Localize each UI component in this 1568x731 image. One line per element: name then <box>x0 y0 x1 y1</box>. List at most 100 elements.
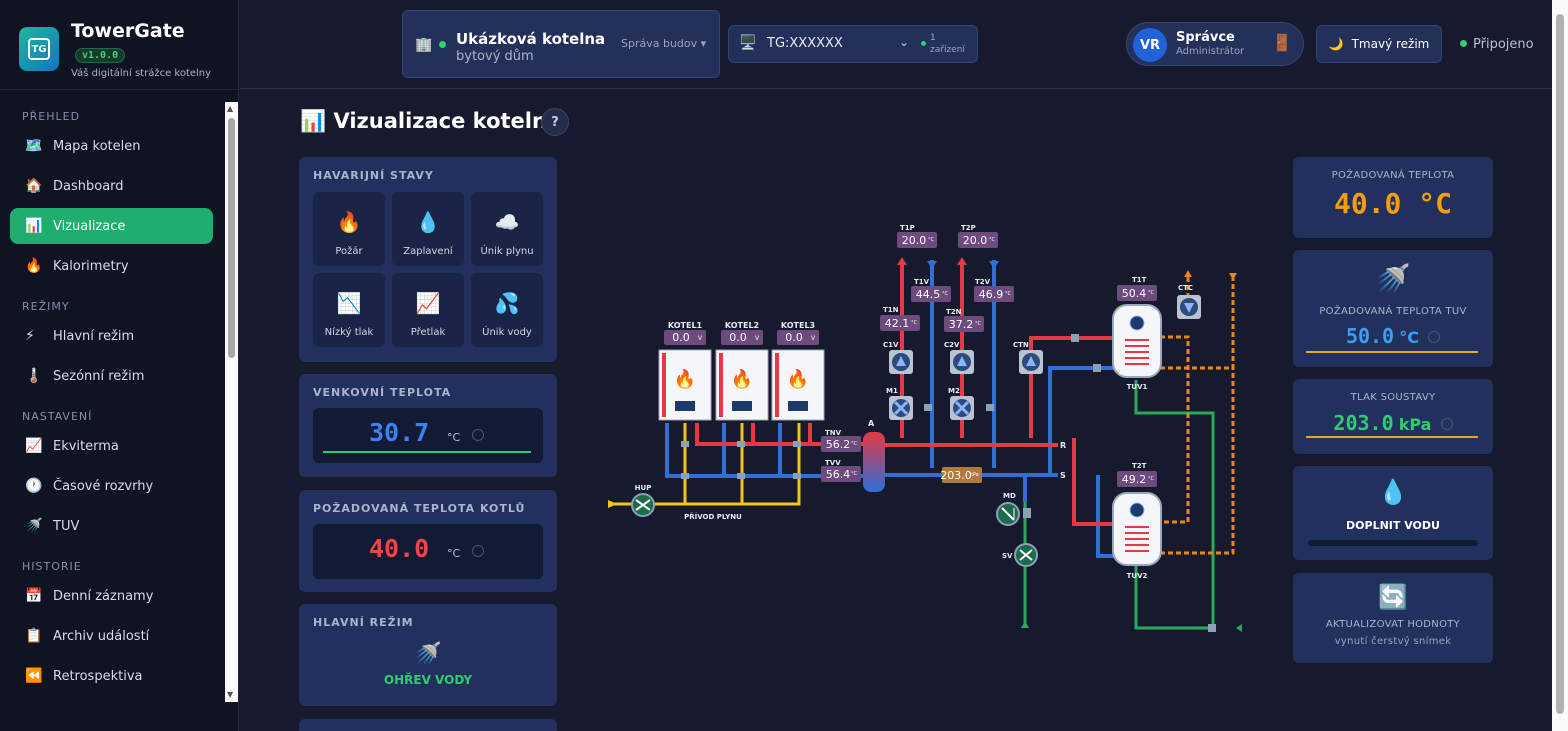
t2p-label: T2P <box>961 224 976 232</box>
refresh-label: AKTUALIZOVAT HODNOTY <box>1325 619 1461 630</box>
svg-text:56.2: 56.2 <box>826 438 851 451</box>
nav-item-mapa-kotelen[interactable]: 🗺️ Mapa kotelen <box>10 128 213 164</box>
nav-item-hlavni-rezim[interactable]: ⚡ Hlavní režim <box>10 318 213 354</box>
t1v-chip: 44.5 °C <box>911 286 951 302</box>
svg-text:56.4: 56.4 <box>826 468 851 481</box>
nav-label: Ekviterma <box>53 438 119 454</box>
connection-label: Připojeno <box>1473 37 1534 52</box>
scroll-up-icon[interactable]: ▲ <box>227 104 233 113</box>
pressure-label: TLAK SOUSTAVY <box>1350 392 1436 403</box>
monitor-icon: 🖥️ <box>739 35 757 51</box>
nav-item-kalorimetry[interactable]: 🔥 Kalorimetry <box>10 248 213 284</box>
t1n-label: T1N <box>883 306 899 314</box>
required-temp-value: 40.0 °C <box>1333 187 1452 220</box>
pump-c2v <box>950 350 974 374</box>
line-chart-icon: 📈 <box>25 438 43 454</box>
tuv-underline <box>1306 351 1478 353</box>
refresh-icon: 🔄 <box>1378 583 1408 611</box>
boiler-2-power-chip: 0.0 V <box>721 330 763 345</box>
page-scroll-thumb[interactable] <box>1556 14 1564 714</box>
rewind-icon: ⏪ <box>25 668 43 684</box>
t2t-label: T2T <box>1132 462 1147 470</box>
page-scrollbar[interactable] <box>1552 0 1568 731</box>
manage-buildings-link[interactable]: Správa budov ▾ <box>621 37 706 50</box>
pressure-unit: kPa <box>1398 415 1432 434</box>
nav-item-ekviterma[interactable]: 📈 Ekviterma <box>10 428 213 464</box>
m2-label: M2 <box>948 387 960 395</box>
return-label: S <box>1060 471 1066 480</box>
svg-text:°C: °C <box>851 441 858 447</box>
t1p-chip: 20.0 °C <box>897 232 937 248</box>
svg-text:20.0: 20.0 <box>902 234 927 247</box>
pump-ctn <box>1019 350 1043 374</box>
t2p-chip: 20.0 °C <box>958 232 998 248</box>
nav-item-archiv-udalosti[interactable]: 📋 Archiv událostí <box>10 618 213 654</box>
avatar: VR <box>1133 28 1167 62</box>
required-temp-card: POŽADOVANÁ TEPLOTA 40.0 °C <box>1293 157 1493 238</box>
svg-text:°C: °C <box>911 320 918 326</box>
nav-item-sezonni-rezim[interactable]: 🌡️ Sezónní režim <box>10 358 213 394</box>
pressure-row: 203.0 kPa <box>1293 411 1493 435</box>
nav-label: Archiv událostí <box>53 628 150 644</box>
clock-icon: 🕐 <box>25 478 43 494</box>
building-status-dot <box>439 41 446 48</box>
svg-text:kPa: kPa <box>970 472 979 478</box>
connection-status: Připojeno <box>1460 37 1534 52</box>
brand: TG TowerGate v1.0.0 Váš digitální strážc… <box>0 0 239 90</box>
tuv-temp-row: 50.0 °C <box>1293 324 1493 348</box>
chevron-down-icon: ▾ <box>700 37 707 50</box>
svg-text:°C: °C <box>851 471 858 477</box>
sidebar-scroll-thumb[interactable] <box>228 118 235 358</box>
refill-water-button[interactable]: 💧 DOPLNIT VODU <box>1293 466 1493 560</box>
dark-mode-button[interactable]: 🌙 Tmavý režim <box>1316 25 1442 63</box>
t1p-label: T1P <box>900 224 915 232</box>
nav-item-retrospektiva[interactable]: ⏪ Retrospektiva <box>10 658 213 694</box>
dhw-outlet-arrow <box>1184 270 1192 277</box>
svg-text:50.4: 50.4 <box>1122 287 1147 300</box>
building-selector[interactable]: 🏢 Ukázková kotelna bytový dům Správa bud… <box>402 10 720 78</box>
nav-section-rezimy: REŽIMY <box>22 300 70 313</box>
svg-text:°C: °C <box>942 291 949 297</box>
tuv-temp-unit: °C <box>1399 328 1419 347</box>
nav-item-tuv[interactable]: 🚿 TUV <box>10 508 213 544</box>
sv-label: SV <box>1002 552 1013 560</box>
nav-item-denni-zaznamy[interactable]: 📅 Denní záznamy <box>10 578 213 614</box>
refresh-spinner-icon <box>1440 418 1453 430</box>
scroll-down-icon[interactable]: ▼ <box>227 690 233 699</box>
chevron-down-icon: ⌄ <box>899 35 910 49</box>
boiler-1-power-chip: 0.0 V <box>664 330 706 345</box>
home-icon: 🏠 <box>25 178 43 194</box>
svg-text:44.5: 44.5 <box>916 288 941 301</box>
c2v-label: C2V <box>944 341 960 349</box>
user-menu[interactable]: VR Správce Administrátor 🚪 <box>1126 22 1304 66</box>
tuv1-label: TUV1 <box>1127 383 1148 391</box>
shower-icon: 🚿 <box>25 518 43 534</box>
device-selector[interactable]: 🖥️ TG:XXXXXX ⌄ 1 zařízení <box>728 25 978 63</box>
logout-icon[interactable]: 🚪 <box>1272 33 1292 52</box>
user-name: Správce <box>1176 30 1235 45</box>
sidebar: TG TowerGate v1.0.0 Váš digitální strážc… <box>0 0 239 731</box>
refresh-values-button[interactable]: 🔄 AKTUALIZOVAT HODNOTY vynutí čerstvý sn… <box>1293 573 1493 663</box>
gas-inlet-arrow <box>608 500 617 508</box>
required-temp-label: POŽADOVANÁ TEPLOTA <box>1331 170 1455 181</box>
boiler-2-label: KOTEL2 <box>725 321 759 330</box>
thermometer-icon: 🌡️ <box>25 368 43 384</box>
pressure-underline <box>1306 436 1478 438</box>
map-icon: 🗺️ <box>25 138 43 154</box>
nav-label: Denní záznamy <box>53 588 154 604</box>
sidebar-scrollbar[interactable]: ▲ ▼ <box>225 102 238 702</box>
svg-text:°C: °C <box>975 321 982 327</box>
boiler-2: 🔥 <box>715 349 769 421</box>
green-return-arrow <box>1236 624 1242 632</box>
dhw-tank-1 <box>1112 304 1162 378</box>
refresh-sublabel: vynutí čerstvý snímek <box>1334 636 1452 647</box>
nav-item-dashboard[interactable]: 🏠 Dashboard <box>10 168 213 204</box>
circuit-1-in-arrow <box>927 261 937 269</box>
valve-sv <box>1014 543 1038 567</box>
nav-item-casove-rozvrhy[interactable]: 🕐 Časové rozvrhy <box>10 468 213 504</box>
nav-label: Časové rozvrhy <box>53 478 154 494</box>
nav-label: Vizualizace <box>53 218 126 234</box>
md-label: MD <box>1003 492 1016 500</box>
gas-supply-label: PŘÍVOD PLYNU <box>684 512 742 521</box>
nav-item-vizualizace[interactable]: 📊 Vizualizace <box>10 208 213 244</box>
